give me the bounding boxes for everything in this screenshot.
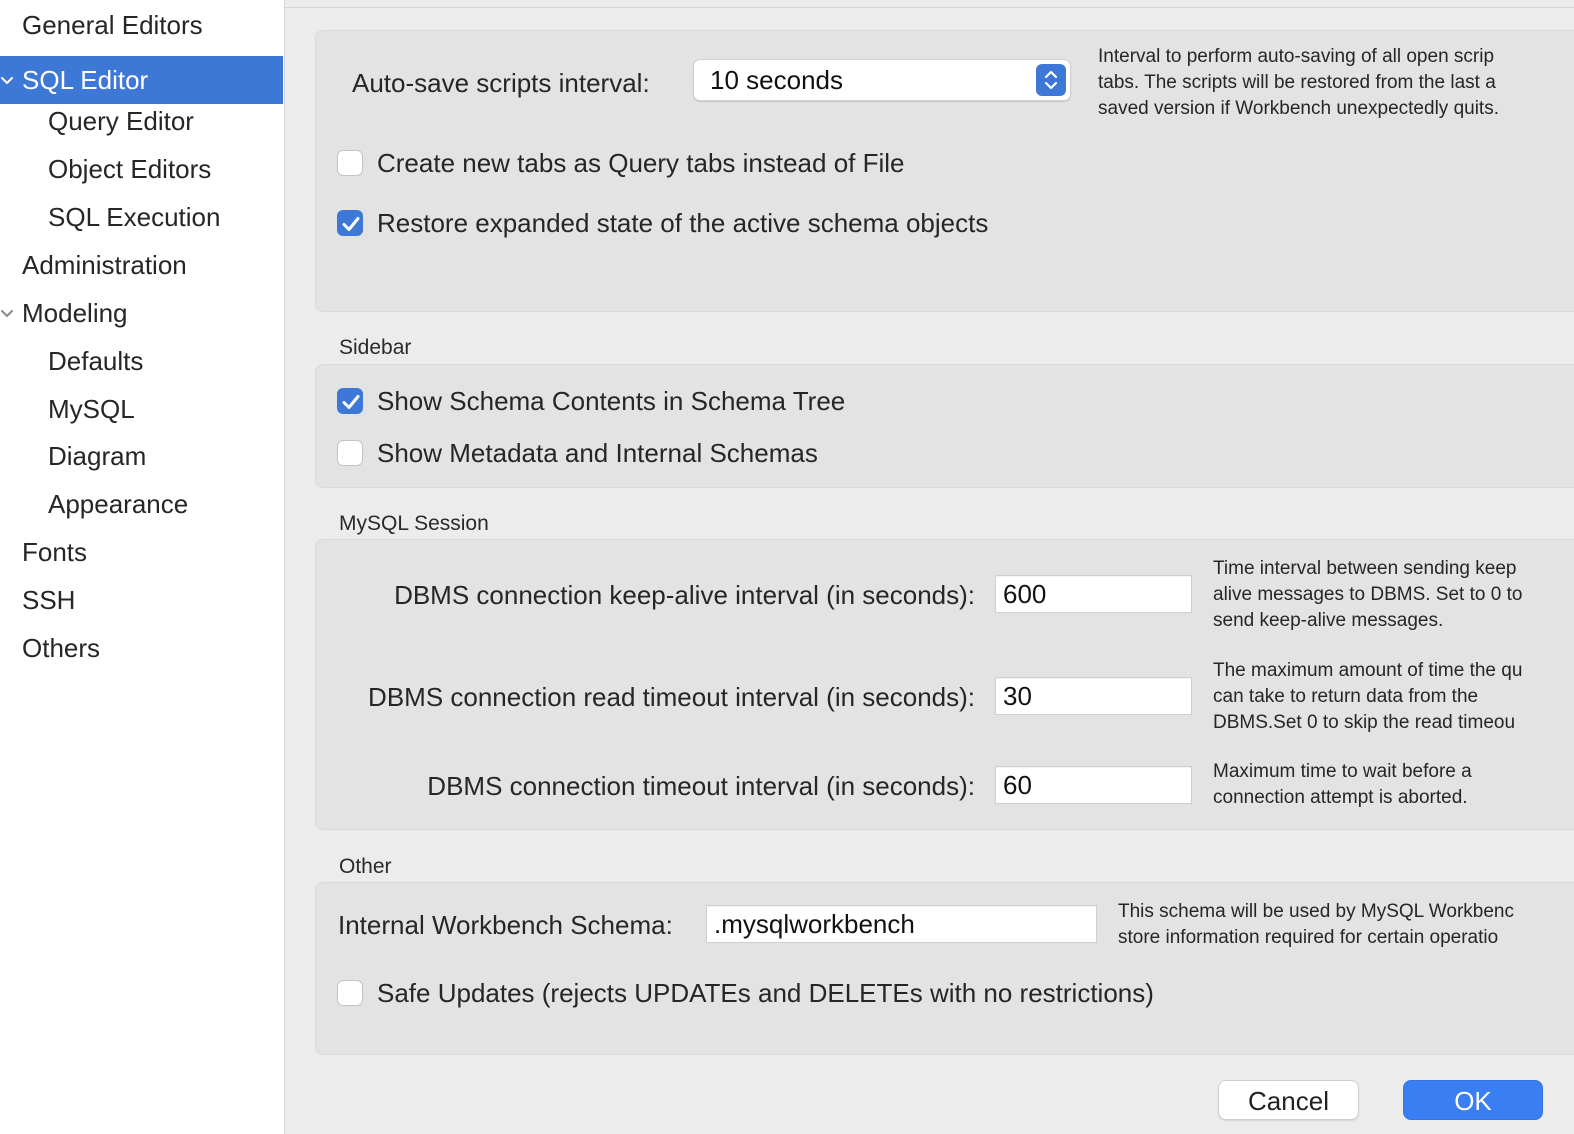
sidebar-item-administration[interactable]: Administration [0, 241, 283, 289]
sidebar-item-mysql[interactable]: MySQL [0, 385, 283, 433]
help-line: The maximum amount of time the qu [1213, 660, 1523, 681]
sidebar-item-query-editor[interactable]: Query Editor [0, 97, 283, 145]
sidebar-item-label: Diagram [48, 441, 147, 471]
section-title-sidebar: Sidebar [339, 336, 412, 359]
show-schema-contents-checkbox[interactable] [337, 388, 363, 414]
sidebar-item-label: Query Editor [48, 106, 194, 136]
read-timeout-label: DBMS connection read timeout interval (i… [368, 682, 975, 712]
sidebar-item-label: SQL Execution [48, 202, 221, 232]
autosave-label: Auto-save scripts interval: [352, 68, 650, 98]
restore-state-label[interactable]: Restore expanded state of the active sch… [377, 208, 988, 239]
cancel-button[interactable]: Cancel [1218, 1080, 1359, 1120]
help-line: send keep-alive messages. [1213, 610, 1444, 631]
help-line: connection attempt is aborted. [1213, 787, 1468, 808]
sidebar-item-diagram[interactable]: Diagram [0, 432, 283, 480]
sidebar-item-appearance[interactable]: Appearance [0, 480, 283, 528]
sidebar-group [315, 364, 1574, 488]
sidebar-item-general-editors[interactable]: General Editors [0, 1, 283, 49]
help-line: alive messages to DBMS. Set to 0 to [1213, 584, 1523, 605]
checkmark-icon [342, 395, 360, 409]
read-timeout-input[interactable] [995, 677, 1192, 715]
sidebar-item-ssh[interactable]: SSH [0, 576, 283, 624]
sidebar-item-object-editors[interactable]: Object Editors [0, 145, 283, 193]
internal-schema-input[interactable] [706, 905, 1097, 943]
preferences-window: General Editors SQL Editor Query Editor … [0, 0, 1574, 1134]
show-metadata-label[interactable]: Show Metadata and Internal Schemas [377, 438, 818, 469]
read-timeout-help-text: The maximum amount of time the qu can ta… [1213, 658, 1574, 736]
create-tabs-checkbox[interactable] [337, 150, 363, 176]
autosave-interval-select[interactable]: 10 seconds [693, 59, 1071, 101]
keepalive-input[interactable] [995, 575, 1192, 613]
autosave-help-text: Interval to perform auto-saving of all o… [1098, 44, 1574, 122]
section-title-other: Other [339, 855, 392, 878]
keepalive-label: DBMS connection keep-alive interval (in … [394, 580, 975, 610]
safe-updates-label[interactable]: Safe Updates (rejects UPDATEs and DELETE… [377, 978, 1154, 1009]
sidebar-item-label: Object Editors [48, 154, 212, 184]
help-line: tabs. The scripts will be restored from … [1098, 72, 1496, 93]
help-line: Interval to perform auto-saving of all o… [1098, 46, 1495, 67]
create-tabs-label[interactable]: Create new tabs as Query tabs instead of… [377, 148, 905, 179]
internal-schema-label: Internal Workbench Schema: [338, 910, 673, 940]
checkmark-icon [342, 217, 360, 231]
sidebar-item-label: General Editors [22, 10, 203, 40]
help-line: saved version if Workbench unexpectedly … [1098, 98, 1499, 119]
help-line: Time interval between sending keep [1213, 558, 1517, 579]
keepalive-help-text: Time interval between sending keep alive… [1213, 556, 1574, 634]
chevron-down-icon[interactable] [0, 306, 14, 320]
show-metadata-checkbox[interactable] [337, 440, 363, 466]
sidebar-item-modeling[interactable]: Modeling [0, 289, 283, 337]
chevron-down-icon[interactable] [0, 73, 14, 87]
sidebar-item-others[interactable]: Others [0, 624, 283, 672]
conn-timeout-help-text: Maximum time to wait before a connection… [1213, 759, 1574, 811]
sidebar-item-fonts[interactable]: Fonts [0, 528, 283, 576]
preferences-sidebar: General Editors SQL Editor Query Editor … [0, 0, 285, 1134]
sidebar-item-label: Appearance [48, 489, 189, 519]
sidebar-item-label: SSH [22, 585, 76, 615]
sidebar-item-label: Others [22, 633, 101, 663]
restore-state-checkbox[interactable] [337, 210, 363, 236]
help-line: Maximum time to wait before a [1213, 761, 1472, 782]
help-line: store information required for certain o… [1118, 927, 1499, 948]
sidebar-item-defaults[interactable]: Defaults [0, 337, 283, 385]
section-title-mysql-session: MySQL Session [339, 512, 489, 535]
help-line: DBMS.Set 0 to skip the read timeou [1213, 712, 1516, 733]
ok-button[interactable]: OK [1403, 1080, 1543, 1120]
internal-schema-help-text: This schema will be used by MySQL Workbe… [1118, 899, 1574, 951]
sidebar-item-sql-execution[interactable]: SQL Execution [0, 193, 283, 241]
sidebar-item-label: Fonts [22, 537, 88, 567]
autosave-interval-value: 10 seconds [710, 65, 843, 95]
help-line: can take to return data from the [1213, 686, 1479, 707]
conn-timeout-label: DBMS connection timeout interval (in sec… [427, 771, 975, 801]
settings-panel: Auto-save scripts interval: 10 seconds I… [285, 8, 1574, 1134]
sidebar-item-label: Defaults [48, 346, 144, 376]
sidebar-item-label: MySQL [48, 394, 135, 424]
conn-timeout-input[interactable] [995, 766, 1192, 804]
show-schema-contents-label[interactable]: Show Schema Contents in Schema Tree [377, 386, 845, 417]
sidebar-item-label: Administration [22, 250, 187, 280]
help-line: This schema will be used by MySQL Workbe… [1118, 901, 1514, 922]
stepper-arrows-icon [1036, 64, 1066, 96]
sidebar-item-label: Modeling [22, 298, 128, 328]
safe-updates-checkbox[interactable] [337, 980, 363, 1006]
